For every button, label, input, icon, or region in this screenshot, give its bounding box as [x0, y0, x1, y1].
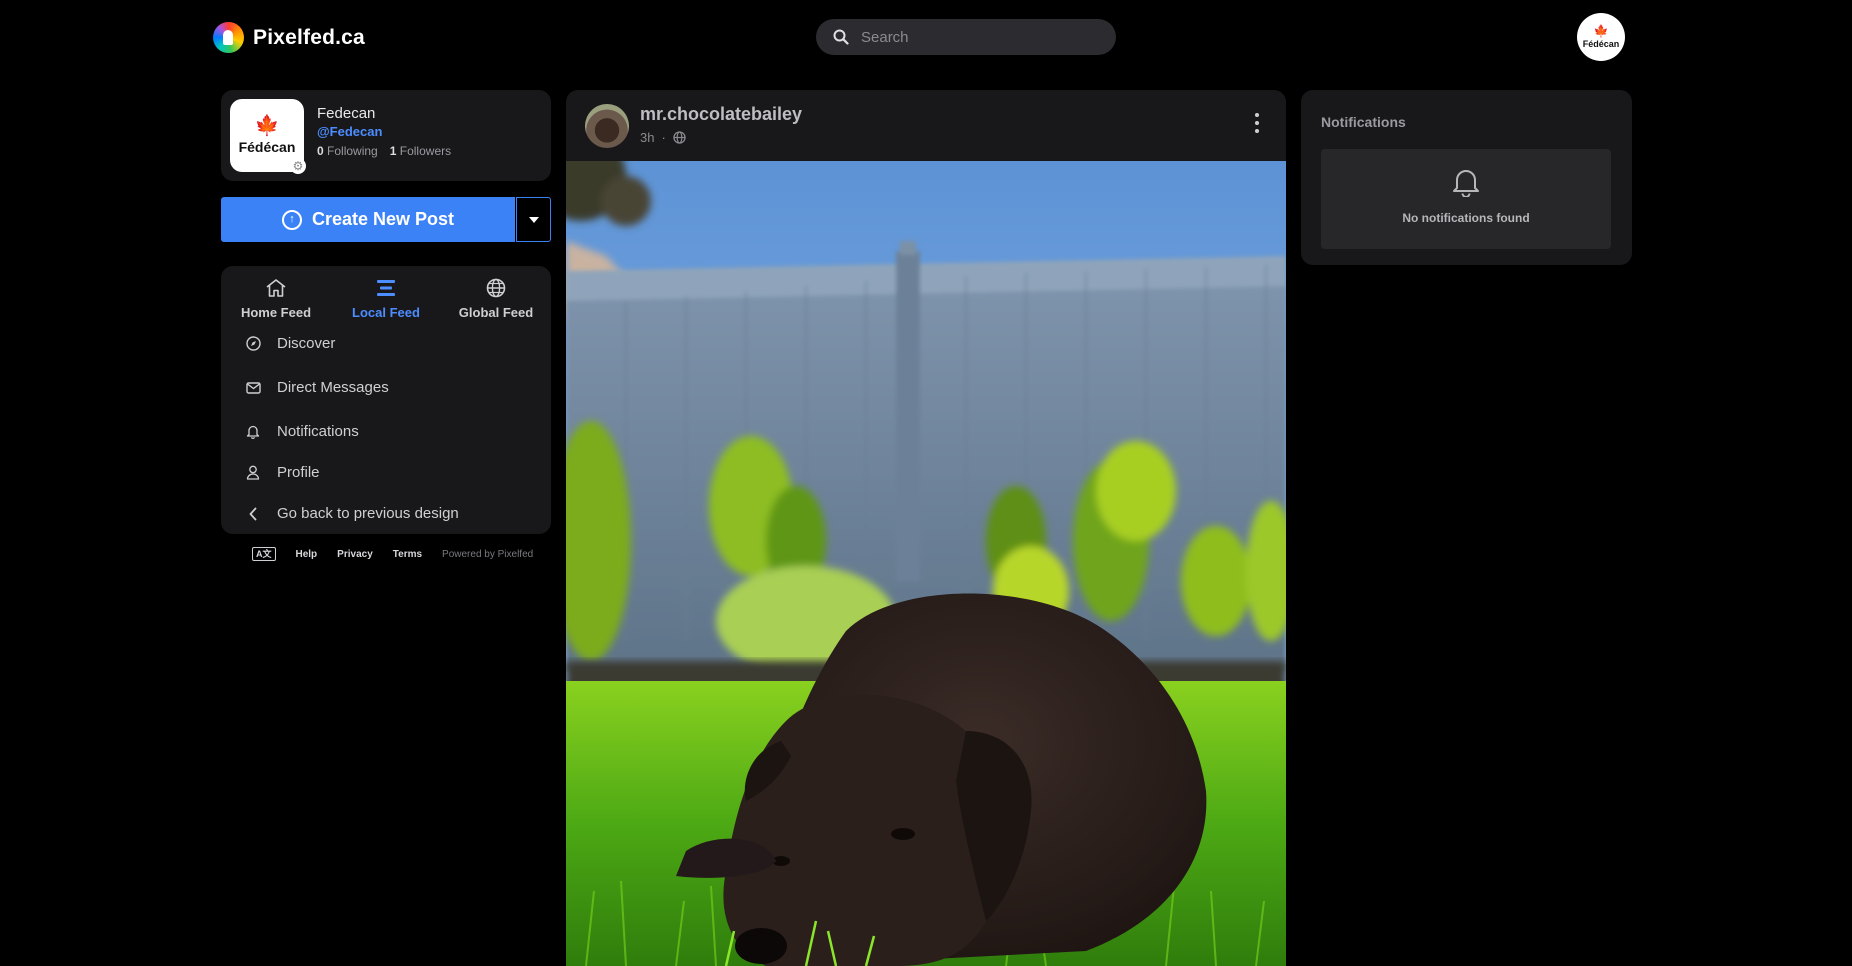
- dot: [1255, 129, 1259, 133]
- notifications-title: Notifications: [1321, 114, 1406, 130]
- tab-global-feed-label: Global Feed: [458, 305, 534, 320]
- pixelfed-logo-icon: [213, 22, 244, 53]
- search-input[interactable]: [859, 27, 1103, 47]
- post-card: mr.chocolatebailey 3h ·: [566, 90, 1286, 966]
- menu-item-notifications[interactable]: Notifications: [245, 423, 359, 440]
- account-avatar[interactable]: 🍁 Fédécan: [1577, 13, 1625, 61]
- search-icon: [833, 29, 849, 45]
- following-count: 0: [317, 144, 324, 158]
- post-author-avatar[interactable]: [585, 104, 629, 148]
- brand-name: Pixelfed.ca: [253, 25, 365, 49]
- user-icon: [245, 465, 261, 481]
- post-options-button[interactable]: [1252, 113, 1262, 133]
- tab-global-feed[interactable]: Global Feed: [441, 276, 551, 320]
- no-notifications-text: No notifications found: [1402, 211, 1530, 225]
- footer-links: A文 Help Privacy Terms Powered by Pixelfe…: [252, 547, 533, 561]
- tab-local-feed-label: Local Feed: [352, 305, 420, 320]
- account-avatar-label: Fédécan: [1582, 39, 1620, 49]
- profile-handle[interactable]: @Fedecan: [317, 124, 382, 139]
- profile-stats: 0 Following 1 Followers: [317, 144, 451, 158]
- brand-link[interactable]: Pixelfed.ca: [213, 22, 365, 53]
- privacy-link[interactable]: Privacy: [337, 549, 373, 560]
- arrow-up-circle-icon: ↑: [281, 209, 302, 230]
- chevron-left-icon: [245, 506, 261, 522]
- top-navbar: Pixelfed.ca 🍁 Fédécan: [0, 0, 1852, 76]
- create-new-post-button[interactable]: ↑ Create New Post: [221, 197, 515, 242]
- notifications-empty-state: No notifications found: [1321, 149, 1611, 249]
- create-post-dropdown-button[interactable]: [516, 197, 551, 242]
- menu-item-previous-design[interactable]: Go back to previous design: [245, 505, 459, 522]
- profile-card: 🍁 Fédécan ⚙ Fedecan @Fedecan 0 Following…: [221, 90, 551, 181]
- followers-link[interactable]: 1 Followers: [390, 144, 451, 158]
- dot: [1255, 113, 1259, 117]
- bell-icon: [1453, 170, 1479, 197]
- following-link[interactable]: 0 Following: [317, 144, 378, 158]
- maple-leaf-icon: 🍁: [254, 115, 280, 137]
- menu-item-label: Direct Messages: [277, 379, 389, 396]
- following-label: Following: [327, 144, 378, 158]
- search-box[interactable]: [816, 19, 1116, 55]
- language-selector[interactable]: A文: [252, 547, 276, 561]
- post-timestamp[interactable]: 3h: [640, 130, 654, 145]
- profile-avatar-label: Fédécan: [238, 139, 296, 155]
- post-photo[interactable]: [566, 161, 1286, 966]
- maple-leaf-icon: 🍁: [1593, 24, 1609, 38]
- menu-item-label: Profile: [277, 464, 320, 481]
- notifications-card: Notifications No notifications found: [1301, 90, 1632, 265]
- help-link[interactable]: Help: [296, 549, 318, 560]
- profile-avatar[interactable]: 🍁 Fédécan ⚙: [230, 99, 306, 174]
- globe-icon: [673, 131, 686, 144]
- post-author-username[interactable]: mr.chocolatebailey: [640, 104, 802, 125]
- menu-item-discover[interactable]: Discover: [245, 335, 335, 352]
- post-photo-illustration: [566, 161, 1286, 966]
- post-meta: 3h ·: [640, 130, 686, 145]
- menu-item-label: Notifications: [277, 423, 359, 440]
- create-new-post-label: Create New Post: [311, 209, 455, 229]
- powered-by-link[interactable]: Powered by Pixelfed: [442, 549, 533, 560]
- tab-home-feed-label: Home Feed: [240, 305, 312, 320]
- tab-home-feed[interactable]: Home Feed: [221, 276, 331, 320]
- dot: [1255, 121, 1259, 125]
- menu-item-label: Discover: [277, 335, 336, 352]
- menu-item-label: Go back to previous design: [277, 505, 459, 522]
- followers-count: 1: [389, 144, 397, 158]
- followers-label: Followers: [399, 144, 452, 158]
- tab-local-feed[interactable]: Local Feed: [331, 276, 441, 320]
- compass-icon: [245, 336, 261, 352]
- menu-item-direct-messages[interactable]: Direct Messages: [245, 379, 389, 396]
- navigation-card: Home Feed Local Feed Global Feed Discove…: [221, 266, 551, 534]
- bell-icon: [245, 424, 261, 440]
- home-icon: [221, 276, 331, 300]
- terms-link[interactable]: Terms: [393, 549, 422, 560]
- profile-name[interactable]: Fedecan: [317, 105, 375, 122]
- menu-item-profile[interactable]: Profile: [245, 464, 320, 481]
- list-icon: [331, 276, 441, 300]
- meta-separator: ·: [661, 130, 666, 145]
- gear-icon[interactable]: ⚙: [290, 158, 306, 174]
- envelope-icon: [245, 380, 261, 396]
- globe-icon: [441, 276, 551, 300]
